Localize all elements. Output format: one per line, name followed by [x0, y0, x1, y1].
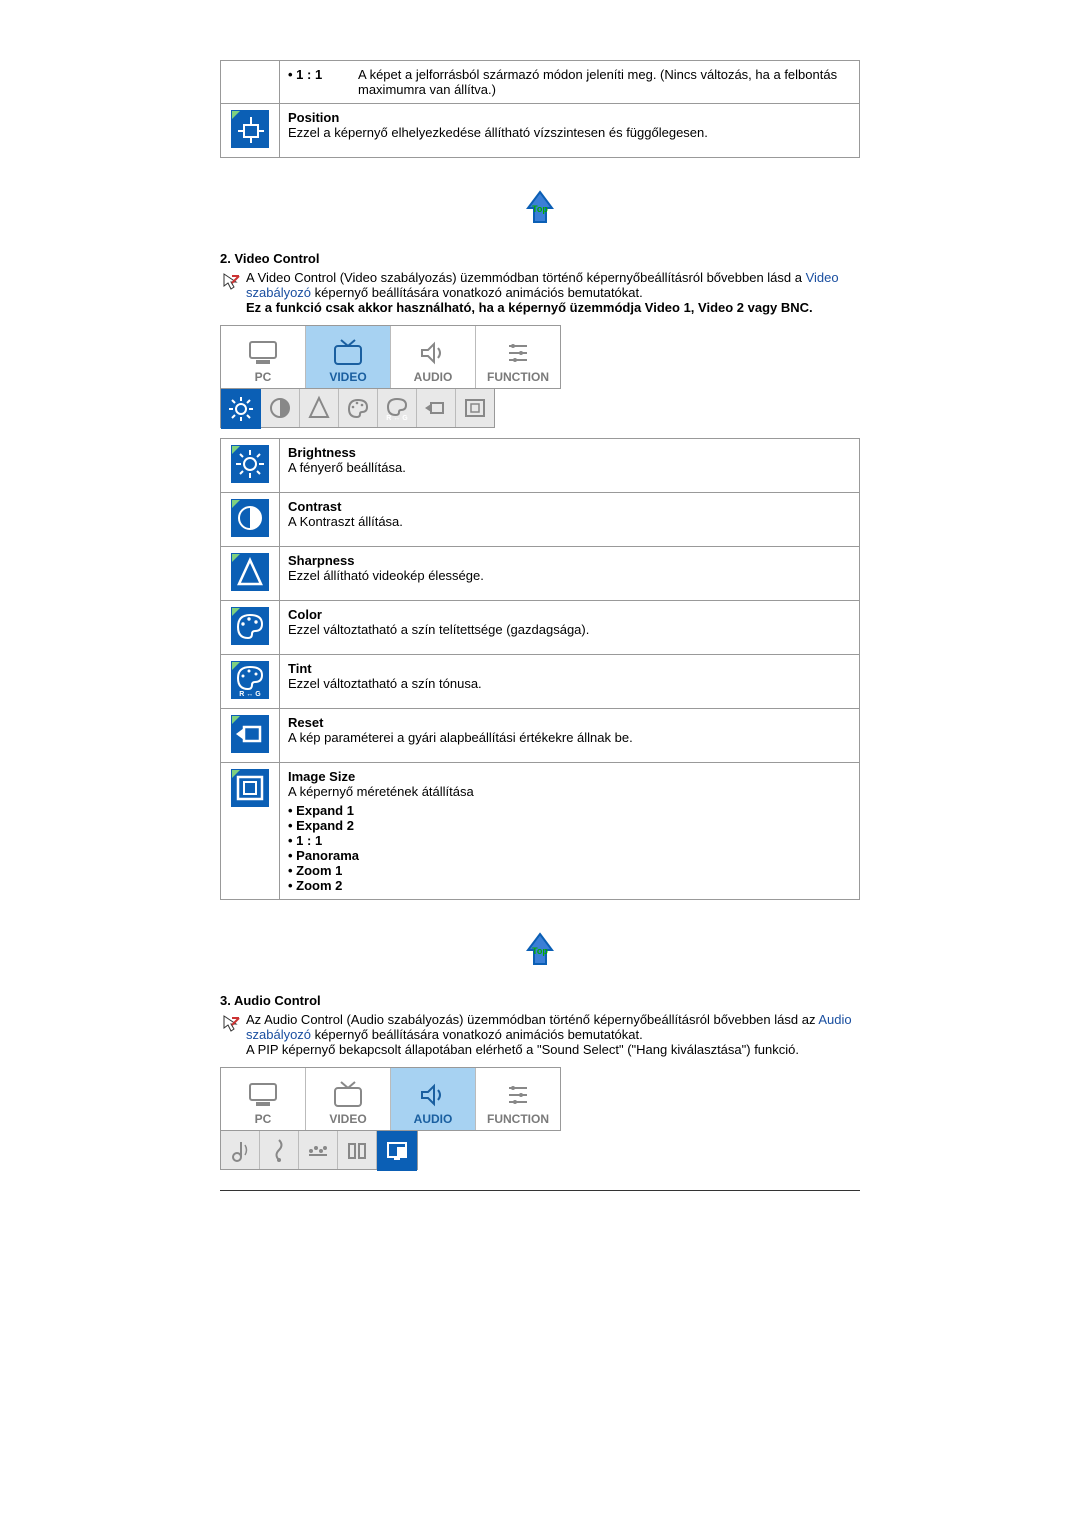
opt-zoom1: Zoom 1	[288, 863, 851, 878]
tab-pc-label-2: PC	[255, 1112, 272, 1126]
tool-color[interactable]	[339, 389, 378, 427]
page-content: • 1 : 1 A képet a jelforrásból származó …	[220, 60, 860, 1191]
section-2-body: A Video Control (Video szabályozás) üzem…	[246, 270, 860, 315]
color-desc: Ezzel változtatható a szín telítettsége …	[288, 622, 851, 637]
imagesize-icon	[231, 769, 269, 807]
brightness-title: Brightness	[288, 445, 851, 460]
contrast-icon	[231, 499, 269, 537]
position-title: Position	[288, 110, 851, 125]
tool-reset[interactable]	[417, 389, 456, 427]
tool-volume[interactable]	[221, 1131, 260, 1169]
opt-zoom2: Zoom 2	[288, 878, 851, 893]
tool-treble[interactable]	[260, 1131, 299, 1169]
tool-balance[interactable]	[299, 1131, 338, 1169]
tool-contrast[interactable]	[261, 389, 300, 427]
svg-text:Top: Top	[532, 204, 548, 214]
sec2-text-bold: Ez a funkció csak akkor használható, ha …	[246, 300, 860, 315]
tab-function-label-2: FUNCTION	[487, 1112, 549, 1126]
tab-pc-2[interactable]: PC	[221, 1068, 306, 1130]
opt-expand2: Expand 2	[288, 818, 851, 833]
tab-function[interactable]: FUNCTION	[476, 326, 560, 388]
position-icon	[231, 110, 269, 148]
position-desc: Ezzel a képernyő elhelyezkedése állíthat…	[288, 125, 851, 140]
tool-brightness[interactable]	[221, 389, 261, 429]
position-row: Position Ezzel a képernyő elhelyezkedése…	[280, 104, 860, 158]
tab-video[interactable]: VIDEO	[306, 326, 391, 388]
section-3-body: Az Audio Control (Audio szabályozás) üze…	[246, 1012, 860, 1057]
sec3-text-2: A PIP képernyő bekapcsolt állapotában el…	[246, 1042, 860, 1057]
cursor-icon-2	[222, 1014, 240, 1032]
tab-video-label-2: VIDEO	[329, 1112, 366, 1126]
svg-text:Top: Top	[532, 946, 548, 956]
svg-text:R ↔ G: R ↔ G	[239, 691, 261, 698]
section-3-heading: 3. Audio Control	[220, 993, 860, 1008]
tabbar-video: PC VIDEO AUDIO FUNCTION	[220, 325, 561, 389]
color-title: Color	[288, 607, 851, 622]
icon-cell-position	[221, 104, 280, 158]
section-2-heading: 2. Video Control	[220, 251, 860, 266]
tab-audio[interactable]: AUDIO	[391, 326, 476, 388]
opt-1to1: 1 : 1	[288, 833, 851, 848]
tab-audio-label: AUDIO	[414, 370, 453, 384]
tool-imagesize[interactable]	[456, 389, 494, 427]
opt-panorama: Panorama	[288, 848, 851, 863]
tab-audio-label-2: AUDIO	[414, 1112, 453, 1126]
tab-video-2[interactable]: VIDEO	[306, 1068, 391, 1130]
brightness-icon	[231, 445, 269, 483]
svg-text:R ↔ G: R ↔ G	[386, 415, 408, 421]
reset-desc: A kép paraméterei a gyári alapbeállítási…	[288, 730, 851, 745]
tab-pc[interactable]: PC	[221, 326, 306, 388]
top-link-2[interactable]: Top	[220, 930, 860, 973]
tab-function-2[interactable]: FUNCTION	[476, 1068, 560, 1130]
sec2-text-a: A Video Control (Video szabályozás) üzem…	[246, 270, 806, 285]
sharpness-icon	[231, 553, 269, 591]
tab-function-label: FUNCTION	[487, 370, 549, 384]
brightness-desc: A fényerő beállítása.	[288, 460, 851, 475]
imagesize-desc: A képernyő méretének átállítása	[288, 784, 851, 799]
tint-title: Tint	[288, 661, 851, 676]
reset-icon	[231, 715, 269, 753]
tool-sharpness[interactable]	[300, 389, 339, 427]
tab-video-label: VIDEO	[329, 370, 366, 384]
video-feature-table: BrightnessA fényerő beállítása. Contrast…	[220, 438, 860, 900]
imagesize-options: Expand 1 Expand 2 1 : 1 Panorama Zoom 1 …	[288, 803, 851, 893]
opt-expand1: Expand 1	[288, 803, 851, 818]
tool-stereo[interactable]	[338, 1131, 377, 1169]
sec3-text-a: Az Audio Control (Audio szabályozás) üze…	[246, 1012, 818, 1027]
ratio-label: 1 : 1	[296, 67, 322, 82]
ratio-row: • 1 : 1 A képet a jelforrásból származó …	[280, 61, 860, 104]
contrast-desc: A Kontraszt állítása.	[288, 514, 851, 529]
toolbar-video: R ↔ G	[220, 389, 495, 428]
cursor-icon	[222, 272, 240, 290]
sharpness-title: Sharpness	[288, 553, 851, 568]
tab-audio-2[interactable]: AUDIO	[391, 1068, 476, 1130]
tabbar-audio: PC VIDEO AUDIO FUNCTION	[220, 1067, 561, 1131]
sec3-text-b: képernyő beállítására vonatkozó animáció…	[311, 1027, 643, 1042]
icon-cell-blank	[221, 61, 280, 104]
tool-tint[interactable]: R ↔ G	[378, 389, 417, 427]
ratio-desc: A képet a jelforrásból származó módon je…	[358, 67, 851, 97]
contrast-title: Contrast	[288, 499, 851, 514]
imagesize-title: Image Size	[288, 769, 851, 784]
tab-pc-label: PC	[255, 370, 272, 384]
sec2-text-b: képernyő beállítására vonatkozó animáció…	[311, 285, 643, 300]
toolbar-audio	[220, 1131, 418, 1170]
top-link-1[interactable]: Top	[220, 188, 860, 231]
reset-title: Reset	[288, 715, 851, 730]
feature-table-top: • 1 : 1 A képet a jelforrásból származó …	[220, 60, 860, 158]
tint-desc: Ezzel változtatható a szín tónusa.	[288, 676, 851, 691]
tool-sound-select[interactable]	[377, 1131, 417, 1171]
sharpness-desc: Ezzel állítható videokép élessége.	[288, 568, 851, 583]
color-icon	[231, 607, 269, 645]
tint-icon: R ↔ G	[231, 661, 269, 699]
